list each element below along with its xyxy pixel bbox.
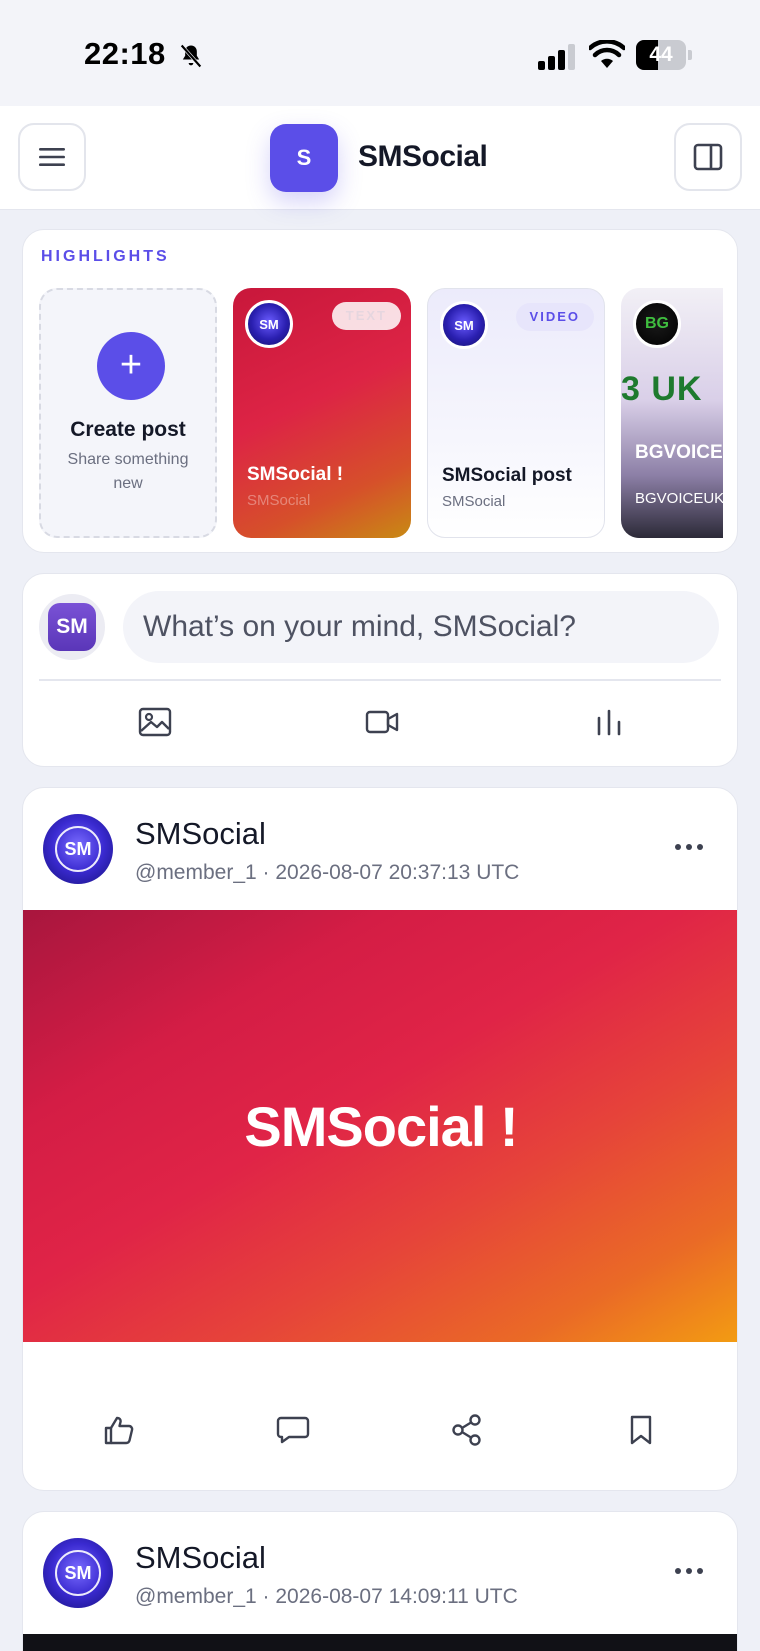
comment-icon [276,1416,310,1444]
battery-cap [688,50,692,60]
dot [697,844,703,850]
sidebar-toggle-button[interactable] [674,123,742,191]
post-author-name[interactable]: SMSocial [135,1540,266,1576]
avatar-initials: SM [55,826,101,872]
highlight-tile[interactable]: 3 UK BG BGVOICE post BGVOICEUK [621,288,723,538]
like-thumb-icon [104,1416,134,1445]
highlight-title: SMSocial ! [247,464,344,485]
avatar-initials: SM [55,1550,101,1596]
dot [686,1568,692,1574]
create-post-label: Create post [70,418,186,441]
image-icon [138,707,172,737]
battery-percentage: 44 [649,43,673,66]
comment-button[interactable] [269,1406,317,1454]
add-video-button[interactable] [356,696,408,748]
bell-muted-icon [180,44,202,68]
dot [675,1568,681,1574]
battery-icon: 44 [636,40,692,70]
brand-logo[interactable]: S [270,124,338,192]
post-meta: @member_1 · 2026-08-07 14:09:11 UTC [135,1585,518,1608]
add-image-button[interactable] [129,696,181,748]
highlight-tile[interactable]: SM TEXT SMSocial ! SMSocial [233,288,411,538]
highlight-title: SMSocial post [442,465,572,486]
post-actions [23,1400,737,1460]
avatar[interactable]: SM [43,814,113,884]
avatar: SM [440,301,488,349]
post-meta: @member_1 · 2026-08-07 20:37:13 UTC [135,861,520,884]
more-options-button[interactable] [667,1556,711,1586]
post-media[interactable]: SMSocial ! [23,910,737,1342]
dot [686,844,692,850]
status-time: 22:18 [84,36,166,71]
create-post-tile[interactable]: + Create post Share something new [39,288,217,538]
sidebar-panel-icon [693,143,723,171]
avatar-initials: SM [48,603,96,651]
highlights-card: HIGHLIGHTS + Create post Share something… [22,229,738,553]
like-button[interactable] [95,1406,143,1454]
create-post-sublabel: Share something new [67,451,189,492]
composer-input[interactable]: What’s on your mind, SMSocial? [123,591,719,663]
video-camera-icon [365,710,399,734]
highlight-title: BGVOICE post [635,442,723,463]
avatar: SM [245,300,293,348]
status-bar: 22:18 44 [0,0,760,106]
avatar[interactable]: SM [43,1538,113,1608]
wifi-icon [589,40,625,68]
brand-name[interactable]: SMSocial [358,140,488,174]
post-type-badge: VIDEO [515,303,594,331]
bookmark-button[interactable] [617,1406,665,1454]
share-button[interactable] [443,1406,491,1454]
menu-button[interactable] [18,123,86,191]
app-header: S SMSocial [0,106,760,210]
highlights-carousel[interactable]: + Create post Share something new SM TEX… [39,288,723,542]
plus-icon[interactable]: + [97,332,165,400]
feed-post: SM SMSocial @member_1 · 2026-08-07 20:37… [22,787,738,1491]
avatar[interactable]: SM [39,594,105,660]
highlight-tile[interactable]: SM VIDEO SMSocial post SMSocial [427,288,605,538]
post-media[interactable] [23,1634,737,1651]
poll-chart-icon [597,709,621,736]
battery-body: 44 [636,40,686,70]
post-composer: SM What’s on your mind, SMSocial? [22,573,738,767]
cellular-signal-icon [538,44,575,70]
post-author-name[interactable]: SMSocial [135,816,266,852]
add-poll-button[interactable] [583,696,635,748]
bookmark-icon [630,1415,652,1445]
avatar: BG [633,300,681,348]
dot [697,1568,703,1574]
share-icon [452,1414,481,1446]
hamburger-menu-icon [39,148,65,166]
post-type-badge: TEXT [331,302,401,330]
highlight-author: SMSocial [442,493,506,510]
dot [675,844,681,850]
highlight-author: SMSocial [247,492,311,509]
more-options-button[interactable] [667,832,711,862]
post-media-text: SMSocial ! [244,1094,518,1158]
highlights-title: HIGHLIGHTS [41,248,170,265]
highlight-author: BGVOICEUK [635,490,723,507]
highlight-image-text: 3 UK [621,370,703,408]
feed-post: SM SMSocial @member_1 · 2026-08-07 14:09… [22,1511,738,1651]
divider [39,679,721,681]
